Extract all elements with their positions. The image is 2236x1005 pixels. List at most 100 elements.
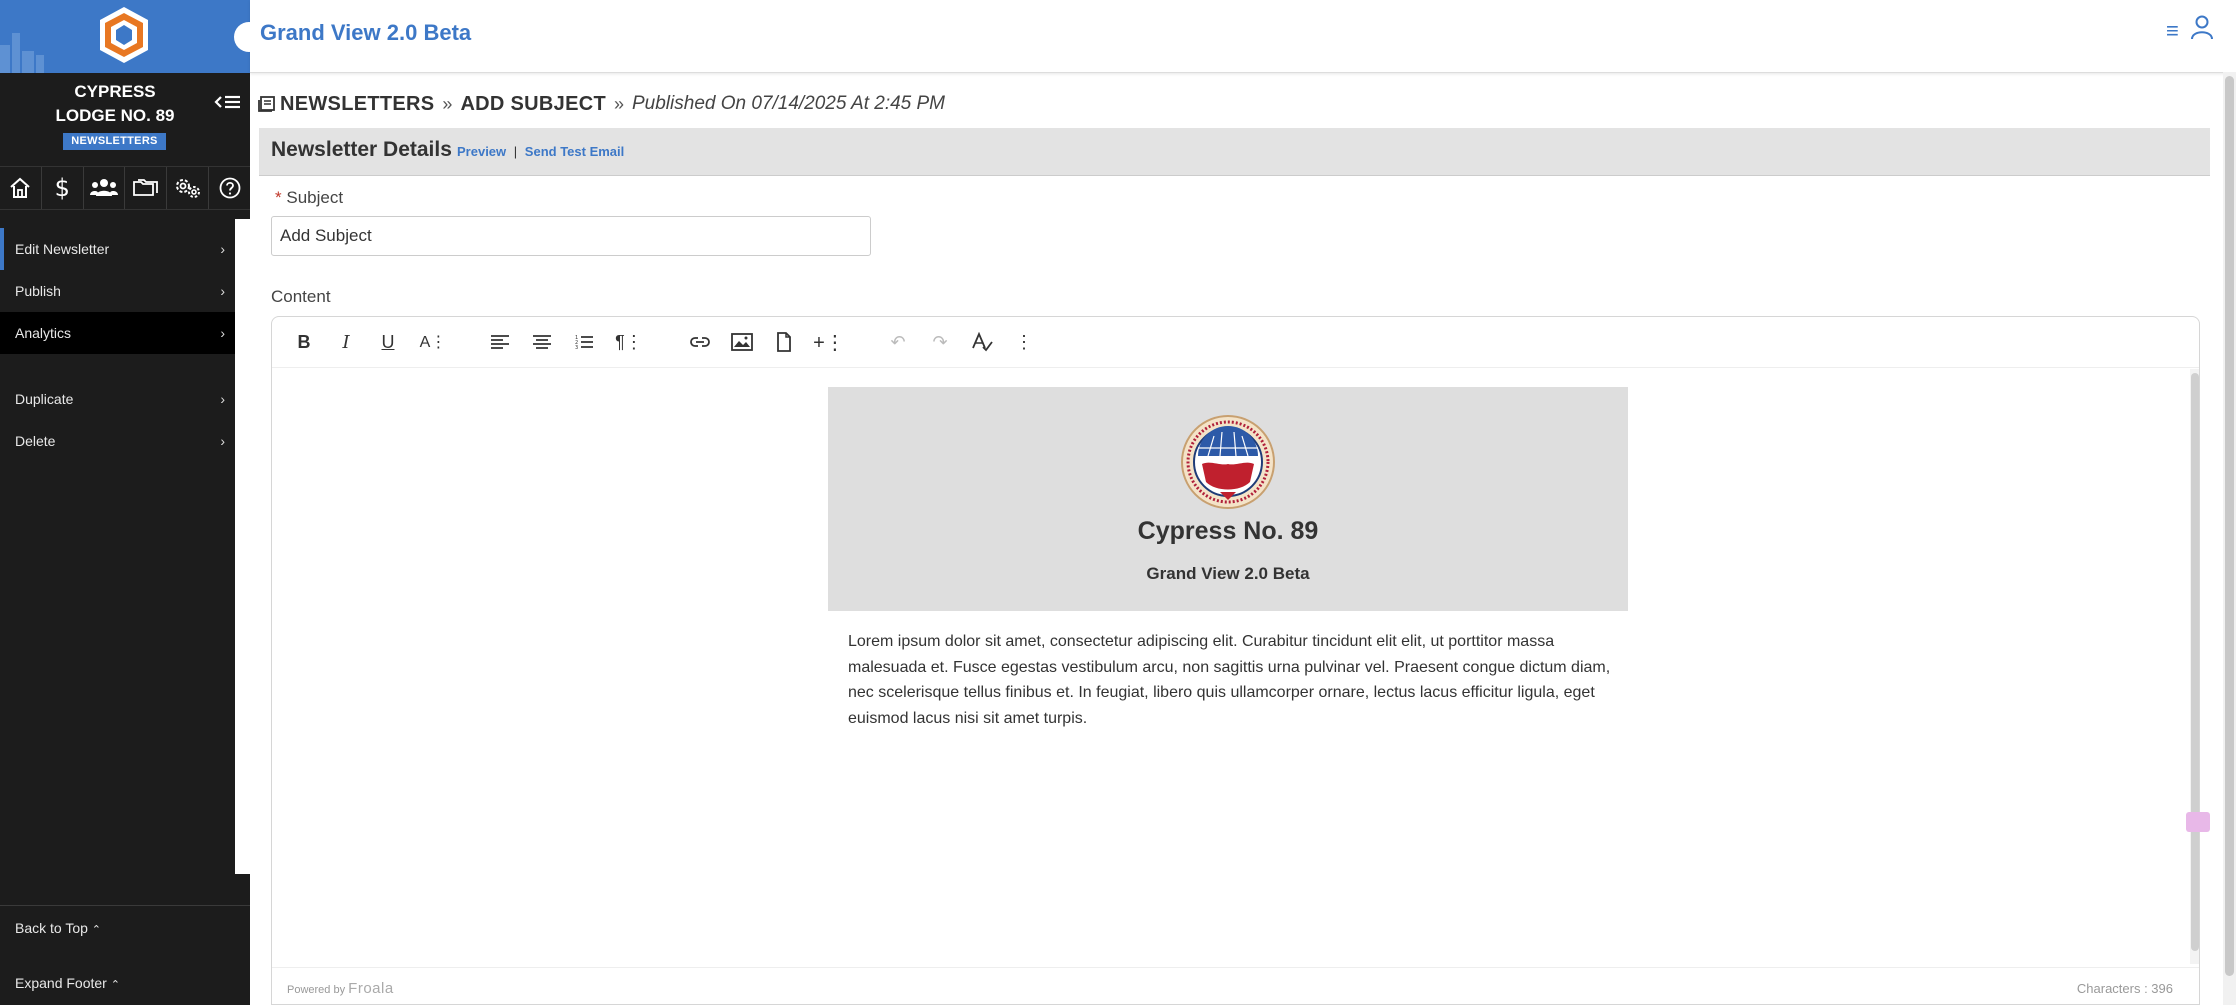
sidebar-divider	[0, 905, 250, 906]
user-account-button[interactable]	[2190, 14, 2214, 45]
chevron-right-icon: ›	[220, 433, 225, 449]
sidebar-item-edit-newsletter[interactable]: Edit Newsletter ›	[0, 228, 235, 270]
collapse-menu-icon	[214, 95, 240, 109]
section-title: Newsletter Details	[271, 138, 452, 161]
back-to-top-label: Back to Top	[15, 920, 88, 936]
dollar-icon: $	[54, 174, 70, 202]
sidebar: CYPRESS LODGE NO. 89 NEWSLETTERS $ Edit …	[0, 0, 250, 1005]
undo-button[interactable]: ↶	[886, 330, 910, 354]
preview-link[interactable]: Preview	[457, 144, 506, 159]
subject-label: * Subject	[275, 188, 343, 208]
align-left-icon	[491, 335, 509, 349]
nav-documents-button[interactable]	[125, 167, 168, 209]
expand-footer-link[interactable]: Expand Footer ⌃	[15, 975, 120, 991]
ordered-list-icon: 123	[575, 335, 593, 350]
sidebar-item-label: Edit Newsletter	[15, 241, 110, 257]
paragraph-icon: ¶⋮	[615, 331, 643, 352]
floating-widget-tab[interactable]	[2186, 812, 2210, 832]
redo-button[interactable]: ↷	[928, 330, 952, 354]
menu-icon[interactable]: ≡	[2166, 18, 2179, 44]
subject-label-text: Subject	[286, 188, 344, 207]
sidebar-menu: Edit Newsletter › Publish › Analytics › …	[0, 228, 235, 462]
insert-more-button[interactable]: +⋮	[813, 330, 845, 354]
published-status: Published On 07/14/2025 At 2:45 PM	[632, 93, 946, 114]
file-icon	[777, 332, 791, 352]
more-options-button[interactable]: ⋮	[1012, 330, 1036, 354]
link-separator: |	[513, 144, 518, 159]
nav-members-button[interactable]	[84, 167, 126, 209]
editor-footer: Powered by Froala Characters : 396	[272, 967, 2199, 1004]
italic-button[interactable]: I	[334, 330, 358, 354]
sidebar-item-delete[interactable]: Delete ›	[0, 420, 235, 462]
chevron-right-icon: ›	[220, 391, 225, 407]
required-marker: *	[275, 188, 282, 207]
align-left-button[interactable]	[488, 330, 512, 354]
more-vertical-icon: ⋮	[1015, 331, 1033, 352]
breadcrumb-subject: ADD SUBJECT	[460, 92, 606, 115]
nav-help-button[interactable]	[209, 167, 250, 209]
collapse-sidebar-button[interactable]	[212, 90, 244, 114]
sidebar-item-label: Delete	[15, 433, 56, 449]
members-icon	[90, 179, 119, 196]
newsletter-body-text[interactable]: Lorem ipsum dolor sit amet, consectetur …	[848, 629, 1618, 731]
image-icon	[731, 333, 753, 351]
editor-toolbar: B I U A⋮ 123 ¶⋮ +⋮ ↶ ↷ ⋮	[272, 317, 2199, 368]
nav-settings-button[interactable]	[167, 167, 210, 209]
scrollbar-thumb[interactable]	[2191, 373, 2199, 951]
double-chevron-right-icon: »	[613, 93, 624, 114]
spell-check-button[interactable]	[970, 330, 994, 354]
powered-by[interactable]: Powered by Froala	[287, 980, 394, 997]
subject-input[interactable]	[271, 216, 871, 256]
sidebar-icon-nav: $	[0, 166, 250, 210]
undo-icon: ↶	[890, 331, 906, 352]
sidebar-item-publish[interactable]: Publish ›	[0, 270, 235, 312]
insert-link-button[interactable]	[688, 330, 712, 354]
back-to-top-link[interactable]: Back to Top ⌃	[15, 920, 101, 936]
sidebar-item-duplicate[interactable]: Duplicate ›	[0, 378, 235, 420]
nav-home-button[interactable]	[0, 167, 42, 209]
page-scrollbar[interactable]	[2223, 72, 2236, 1005]
nav-finance-button[interactable]: $	[42, 167, 84, 209]
character-count: Characters : 396	[2076, 981, 2173, 996]
editor-scrollbar[interactable]	[2190, 369, 2199, 964]
breadcrumb: NEWSLETTERS » ADD SUBJECT » Published On…	[258, 90, 945, 118]
lodge-seal-logo	[1181, 415, 1275, 509]
user-icon	[2191, 15, 2213, 40]
insert-image-button[interactable]	[730, 330, 754, 354]
newsletter-header: Cypress No. 89 Grand View 2.0 Beta	[828, 387, 1628, 611]
sidebar-item-analytics[interactable]: Analytics ›	[0, 312, 235, 354]
italic-icon: I	[342, 331, 350, 353]
top-bar: Grand View 2.0 Beta ≡	[234, 0, 2236, 73]
expand-footer-label: Expand Footer	[15, 975, 107, 991]
bold-icon: B	[297, 331, 311, 352]
ordered-list-button[interactable]: 123	[572, 330, 596, 354]
redo-icon: ↷	[932, 331, 948, 352]
paragraph-format-button[interactable]: ¶⋮	[614, 330, 644, 354]
details-header: Newsletter Details Preview | Send Test E…	[259, 128, 2210, 176]
lodge-name-line2: LODGE NO. 89	[55, 106, 175, 125]
folders-icon	[132, 179, 158, 196]
bold-button[interactable]: B	[292, 330, 316, 354]
insert-file-button[interactable]	[772, 330, 796, 354]
underline-icon: U	[381, 331, 395, 352]
spell-check-icon	[972, 332, 993, 352]
newsletter-icon	[258, 96, 275, 112]
sidebar-item-label: Publish	[15, 283, 61, 299]
app-logo[interactable]	[98, 5, 150, 65]
sidebar-scrollbar[interactable]	[235, 219, 250, 874]
underline-button[interactable]: U	[376, 330, 400, 354]
lodge-name-line1: CYPRESS	[74, 82, 156, 101]
chevron-right-icon: ›	[220, 241, 225, 257]
send-test-email-link[interactable]: Send Test Email	[525, 144, 624, 159]
align-center-button[interactable]	[530, 330, 554, 354]
chevron-right-icon: ›	[220, 283, 225, 299]
chevron-right-icon: ›	[220, 325, 225, 341]
rich-text-editor[interactable]: B I U A⋮ 123 ¶⋮ +⋮ ↶ ↷ ⋮ Cypress No. 89 …	[271, 316, 2200, 1005]
chevron-up-icon: ⌃	[91, 924, 102, 936]
settings-icon	[175, 179, 200, 198]
breadcrumb-newsletters[interactable]: NEWSLETTERS	[280, 93, 434, 116]
app-title[interactable]: Grand View 2.0 Beta	[260, 20, 471, 46]
content-label: Content	[271, 287, 331, 306]
scrollbar-thumb[interactable]	[2225, 76, 2234, 976]
text-format-button[interactable]: A⋮	[418, 330, 448, 354]
